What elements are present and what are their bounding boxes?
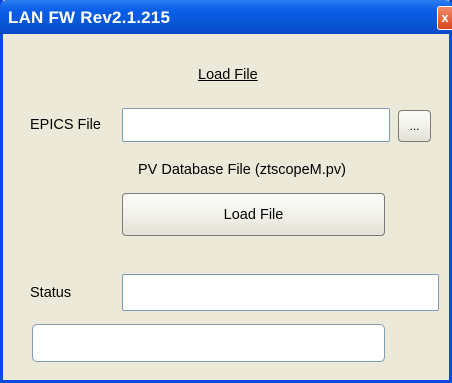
browse-button[interactable]: ... <box>398 110 431 142</box>
load-file-heading: Load File <box>198 67 258 83</box>
window-title: LAN FW Rev2.1.215 <box>8 8 171 27</box>
app-window: LAN FW Rev2.1.215 x Load File EPICS File… <box>0 0 452 383</box>
status-field <box>122 274 439 311</box>
pv-database-hint: PV Database File (ztscopeM.pv) <box>138 162 346 178</box>
load-file-button[interactable]: Load File <box>122 193 385 236</box>
bottom-status-field <box>32 324 385 362</box>
load-file-button-label: Load File <box>223 206 284 223</box>
close-button[interactable]: x <box>437 6 452 30</box>
status-label: Status <box>30 285 72 301</box>
close-icon: x <box>441 10 449 25</box>
epics-file-label: EPICS File <box>30 117 101 133</box>
title-bar[interactable]: LAN FW Rev2.1.215 x <box>0 0 452 34</box>
epics-file-input[interactable] <box>122 108 390 142</box>
browse-label: ... <box>409 119 420 133</box>
